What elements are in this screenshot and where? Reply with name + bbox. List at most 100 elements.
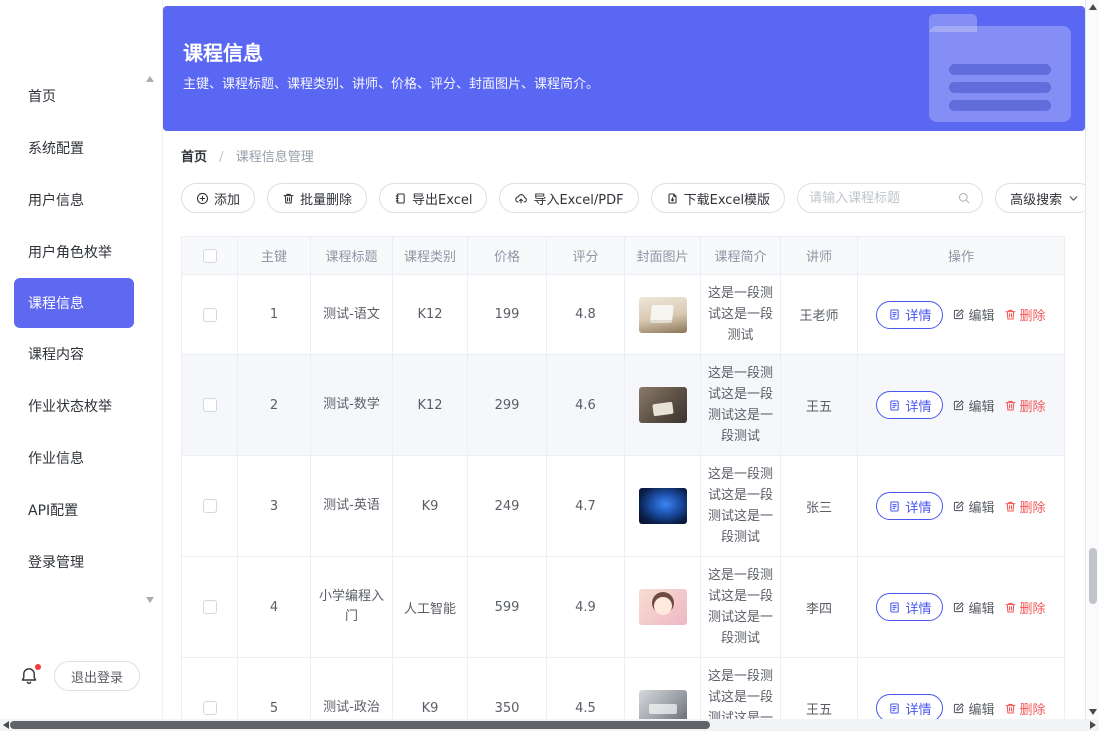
app-window: 首页系统配置用户信息用户角色枚举课程信息课程内容作业状态枚举作业信息API配置登… — [0, 0, 1085, 719]
delete-button-label: 删除 — [1020, 497, 1046, 516]
detail-button[interactable]: 详情 — [876, 492, 943, 520]
download-template-button[interactable]: 下载Excel模版 — [651, 183, 785, 213]
sidebar-item-user-info[interactable]: 用户信息 — [0, 174, 162, 226]
cell-id: 2 — [238, 355, 311, 456]
edit-button[interactable]: 编辑 — [952, 699, 994, 718]
row-checkbox[interactable] — [203, 701, 217, 715]
import-excel-button[interactable]: 导入Excel/PDF — [499, 183, 638, 213]
detail-button[interactable]: 详情 — [876, 593, 943, 621]
scroll-down-arrow-icon[interactable] — [1089, 709, 1097, 715]
delete-button[interactable]: 删除 — [1004, 396, 1046, 415]
page-banner: 课程信息 主键、课程标题、课程类别、讲师、价格、评分、封面图片、课程简介。 — [163, 6, 1085, 131]
cell-rating: 4.7 — [547, 456, 625, 557]
table-row: 3 测试-英语 K9 249 4.7 这是一段测试这是一段测试这是一段测试 张三… — [182, 456, 1065, 557]
cell-teacher: 王老师 — [781, 275, 858, 355]
delete-button[interactable]: 删除 — [1004, 305, 1046, 324]
folder-decoration-icon — [929, 14, 1071, 124]
trash-icon — [1004, 399, 1017, 412]
table-row: 5 测试-政治 K9 350 4.5 这是一段测试这是一段测试这是一段测试 王五… — [182, 658, 1065, 720]
cover-image — [639, 488, 687, 524]
sidebar-item-system-config[interactable]: 系统配置 — [0, 122, 162, 174]
document-icon — [888, 702, 901, 715]
edit-button[interactable]: 编辑 — [952, 396, 994, 415]
cell-description: 这是一段测试这是一段测试 — [701, 275, 781, 355]
sidebar-item-course-info[interactable]: 课程信息 — [14, 278, 134, 328]
detail-button[interactable]: 详情 — [876, 301, 943, 329]
add-button[interactable]: 添加 — [181, 183, 255, 213]
detail-button[interactable]: 详情 — [876, 391, 943, 419]
edit-pen-icon — [952, 702, 965, 715]
sidebar-item-homework-info[interactable]: 作业信息 — [0, 432, 162, 484]
row-checkbox[interactable] — [203, 600, 217, 614]
actions-cell: 详情 编辑 删除 — [858, 275, 1065, 355]
sidebar-item-home[interactable]: 首页 — [0, 70, 162, 122]
edit-button[interactable]: 编辑 — [952, 497, 994, 516]
trash-icon — [1004, 308, 1017, 321]
cell-title: 测试-英语 — [311, 456, 393, 557]
table-body: 1 测试-语文 K12 199 4.8 这是一段测试这是一段测试 王老师 详情 … — [182, 275, 1065, 720]
select-all-header-cell — [182, 237, 238, 275]
scroll-right-arrow-icon[interactable] — [1090, 721, 1096, 729]
row-checkbox[interactable] — [203, 308, 217, 322]
cell-teacher: 王五 — [781, 355, 858, 456]
delete-button-label: 删除 — [1020, 699, 1046, 718]
scroll-left-arrow-icon[interactable] — [3, 721, 9, 729]
cell-id: 5 — [238, 658, 311, 720]
row-checkbox[interactable] — [203, 499, 217, 513]
vertical-scrollbar[interactable] — [1085, 0, 1099, 719]
column-header: 价格 — [468, 237, 547, 275]
column-header: 课程简介 — [701, 237, 781, 275]
logout-button[interactable]: 退出登录 — [54, 661, 140, 691]
cell-description: 这是一段测试这是一段测试这是一段测试 — [701, 355, 781, 456]
cover-image — [639, 690, 687, 719]
delete-button[interactable]: 删除 — [1004, 497, 1046, 516]
edit-pen-icon — [952, 399, 965, 412]
edit-button-label: 编辑 — [968, 598, 994, 617]
delete-button[interactable]: 删除 — [1004, 598, 1046, 617]
import-excel-label: 导入Excel/PDF — [533, 189, 623, 208]
sidebar-scroll-down-icon[interactable] — [146, 597, 154, 603]
sidebar-scroll-up-icon[interactable] — [146, 76, 154, 82]
notification-bell-icon[interactable] — [18, 665, 40, 687]
sidebar-item-course-content[interactable]: 课程内容 — [0, 328, 162, 380]
actions-cell: 详情 编辑 删除 — [858, 456, 1065, 557]
sidebar-item-user-role-enum[interactable]: 用户角色枚举 — [0, 226, 162, 278]
batch-delete-button[interactable]: 批量删除 — [267, 183, 367, 213]
column-header: 课程标题 — [311, 237, 393, 275]
delete-button[interactable]: 删除 — [1004, 699, 1046, 718]
cell-teacher: 李四 — [781, 557, 858, 658]
download-template-label: 下载Excel模版 — [684, 189, 770, 208]
breadcrumb-home[interactable]: 首页 — [181, 150, 207, 165]
select-all-checkbox[interactable] — [203, 249, 217, 263]
sidebar-item-homework-status-enum[interactable]: 作业状态枚举 — [0, 380, 162, 432]
scroll-up-arrow-icon[interactable] — [1089, 4, 1097, 10]
export-excel-button[interactable]: 导出Excel — [379, 183, 487, 213]
edit-button-label: 编辑 — [968, 699, 994, 718]
sidebar-item-login-management[interactable]: 登录管理 — [0, 536, 162, 588]
row-checkbox[interactable] — [203, 398, 217, 412]
trash-icon — [1004, 702, 1017, 715]
sidebar-footer: 退出登录 — [0, 661, 162, 691]
batch-delete-label: 批量删除 — [300, 189, 352, 208]
edit-button[interactable]: 编辑 — [952, 598, 994, 617]
checkbox-cell — [182, 456, 238, 557]
breadcrumb: 首页 / 课程信息管理 — [181, 149, 1065, 167]
detail-button[interactable]: 详情 — [876, 694, 943, 719]
horizontal-scroll-thumb[interactable] — [10, 721, 710, 729]
sidebar-menu: 首页系统配置用户信息用户角色枚举课程信息课程内容作业状态枚举作业信息API配置登… — [0, 70, 162, 588]
cell-category: K9 — [393, 456, 468, 557]
vertical-scroll-thumb[interactable] — [1089, 548, 1097, 604]
edit-button-label: 编辑 — [968, 305, 994, 324]
checkbox-cell — [182, 557, 238, 658]
edit-button[interactable]: 编辑 — [952, 305, 994, 324]
cell-title: 测试-语文 — [311, 275, 393, 355]
advanced-search-button[interactable]: 高级搜索 — [995, 183, 1085, 213]
search-icon[interactable] — [957, 191, 971, 205]
course-table: 主键课程标题课程类别价格评分封面图片课程简介讲师操作 1 测试-语文 K12 1… — [181, 236, 1065, 719]
horizontal-scrollbar[interactable] — [0, 719, 1099, 731]
notebook-icon — [394, 192, 407, 205]
search-box — [797, 183, 983, 213]
sidebar-item-api-config[interactable]: API配置 — [0, 484, 162, 536]
detail-button-label: 详情 — [905, 396, 931, 415]
search-input[interactable] — [809, 191, 951, 206]
